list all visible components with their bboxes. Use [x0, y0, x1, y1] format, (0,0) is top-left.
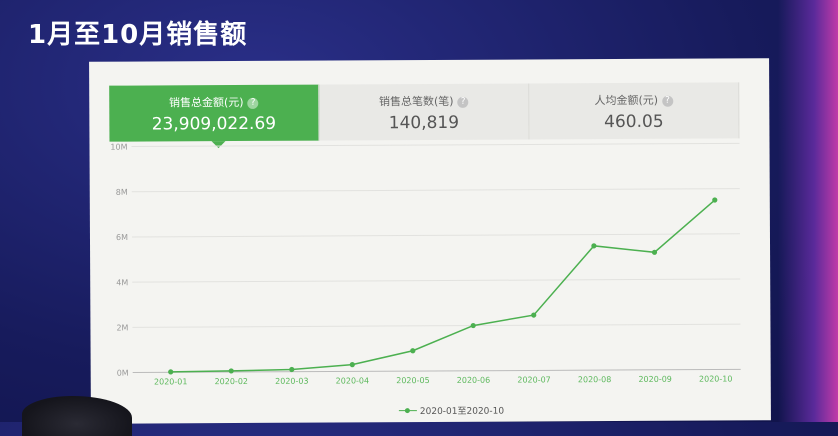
gridline [132, 323, 741, 328]
data-point[interactable] [712, 197, 718, 203]
data-point[interactable] [531, 312, 537, 318]
chart-legend[interactable]: 2020-01至2020-10 [399, 404, 504, 418]
audience-head-silhouette [22, 396, 132, 436]
legend-marker [399, 407, 417, 415]
x-tick-label: 2020-07 [517, 375, 550, 384]
x-tick-label: 2020-09 [638, 375, 671, 384]
data-point[interactable] [651, 249, 658, 255]
gridline [131, 142, 740, 148]
y-tick-label: 0M [117, 369, 129, 378]
stage-lighting [778, 0, 838, 422]
help-icon[interactable]: ? [247, 97, 259, 109]
x-tick-label: 2020-05 [396, 376, 429, 385]
data-point[interactable] [228, 368, 234, 374]
data-point[interactable] [410, 348, 416, 354]
gridline [132, 278, 741, 283]
stat-label: 销售总笔数(笔)? [319, 92, 528, 109]
stat-value: 140,819 [388, 112, 460, 134]
x-tick-label: 2020-10 [699, 374, 732, 383]
y-tick-label: 6M [116, 233, 128, 242]
sales-line-chart: 0M 2M 4M 6M 8M 10M 2020-01 2020-02 2020-03 2020-… [110, 142, 741, 386]
stat-label: 人均金额(元)? [529, 91, 738, 108]
data-point[interactable] [470, 322, 476, 329]
data-point[interactable] [289, 366, 295, 373]
x-tick-label: 2020-06 [457, 376, 490, 385]
data-point[interactable] [349, 362, 355, 368]
stat-value: 23,909,022.69 [151, 113, 277, 135]
data-point[interactable] [591, 243, 597, 249]
help-icon[interactable]: ? [662, 95, 674, 107]
y-tick-label: 10M [110, 143, 127, 152]
x-tick-label: 2020-01 [154, 377, 187, 386]
stat-value: 460.05 [604, 111, 664, 133]
tab-total-sales-amount[interactable]: 销售总金额(元)? 23,909,022.69 [109, 84, 320, 142]
tab-total-transactions[interactable]: 销售总笔数(笔)? 140,819 [319, 83, 530, 141]
y-tick-label: 2M [116, 323, 128, 332]
x-tick-label: 2020-04 [336, 376, 369, 385]
stat-label: 销售总金额(元)? [109, 94, 318, 111]
y-tick-label: 8M [116, 188, 128, 197]
dashboard-panel: 销售总金额(元)? 23,909,022.69 销售总笔数(笔)? 140,81… [89, 58, 771, 424]
data-point[interactable] [168, 369, 174, 375]
series-line [170, 199, 716, 373]
gridline [131, 188, 740, 193]
y-tick-label: 4M [116, 278, 128, 287]
x-tick-label: 2020-08 [578, 375, 611, 384]
legend-label: 2020-01至2020-10 [419, 406, 505, 418]
x-tick-label: 2020-02 [215, 377, 248, 386]
help-icon[interactable]: ? [457, 96, 469, 108]
gridline [131, 233, 740, 238]
tab-average-per-person[interactable]: 人均金额(元)? 460.05 [529, 82, 740, 140]
slide-title: 1月至10月销售额 [28, 20, 248, 50]
stats-tabs: 销售总金额(元)? 23,909,022.69 销售总笔数(笔)? 140,81… [109, 82, 740, 142]
x-tick-label: 2020-03 [275, 377, 308, 386]
